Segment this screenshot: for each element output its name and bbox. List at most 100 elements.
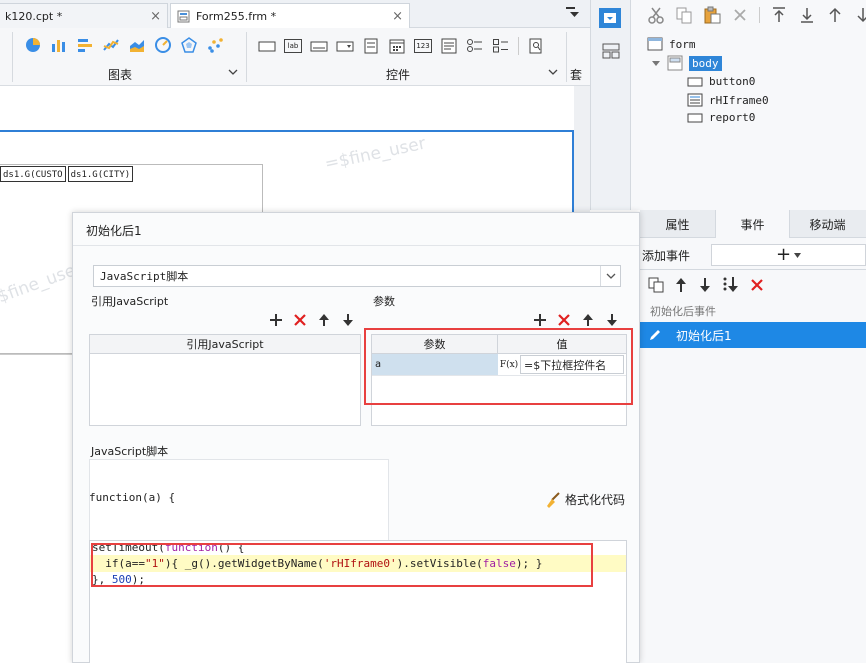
selection-border-top — [0, 130, 574, 132]
format-code-button[interactable]: 格式化代码 — [545, 491, 625, 508]
tree-node-button0[interactable]: button0 — [687, 75, 755, 88]
number-input-icon[interactable]: 123 — [414, 39, 432, 53]
date-widget-icon[interactable] — [388, 38, 406, 54]
delete-icon[interactable] — [731, 6, 749, 24]
highlight-box — [364, 328, 633, 405]
pie-chart-icon[interactable] — [24, 36, 42, 54]
event-toolbar — [648, 276, 764, 294]
tab-k120[interactable]: k120.cpt * × — [0, 3, 168, 28]
ref-js-header: 引用JavaScript — [90, 335, 360, 354]
divider — [0, 354, 72, 355]
search-widget-icon[interactable] — [527, 38, 545, 54]
form-file-icon — [177, 10, 190, 23]
button-node-icon — [687, 76, 703, 88]
move-to-bottom-icon[interactable] — [722, 276, 740, 294]
number-widget-icon[interactable] — [362, 38, 380, 54]
tree-node-label: rHIframe0 — [709, 93, 769, 107]
side-tool-strip — [590, 0, 630, 210]
tree-node-form[interactable]: form — [647, 37, 696, 51]
tree-node-rhiframe0[interactable]: rHIframe0 — [687, 93, 769, 107]
copy-icon[interactable] — [675, 6, 693, 24]
gauge-icon[interactable] — [154, 36, 172, 54]
tree-node-label: form — [669, 37, 696, 51]
close-icon[interactable]: × — [150, 9, 161, 24]
tab-form255[interactable]: Form255.frm * × — [170, 3, 410, 28]
params-toolbar — [533, 313, 619, 327]
plus-icon: + — [775, 244, 792, 265]
move-down-icon[interactable] — [341, 313, 355, 327]
move-bottom-icon[interactable] — [798, 6, 816, 24]
cut-icon[interactable] — [647, 6, 665, 24]
radio-group-icon[interactable] — [466, 38, 484, 54]
divider — [246, 32, 247, 82]
highlight-box — [91, 543, 593, 587]
event-category: 初始化后事件 — [650, 305, 716, 318]
line-chart-icon[interactable] — [102, 36, 120, 54]
tree-node-body[interactable]: body — [651, 55, 722, 71]
chevron-down-icon[interactable] — [600, 266, 620, 286]
text-widget-icon[interactable] — [310, 39, 328, 53]
checkbox-group-icon[interactable] — [492, 38, 510, 54]
layout-icon[interactable] — [602, 42, 620, 60]
add-icon[interactable] — [533, 313, 547, 327]
tab-menu-icon[interactable] — [566, 7, 580, 19]
tab-properties[interactable]: 属性 — [640, 210, 715, 238]
chevron-down-icon — [794, 252, 802, 258]
horizontal-bar-icon[interactable] — [76, 36, 94, 54]
delete-icon[interactable] — [557, 313, 571, 327]
ref-js-section-title: 引用JavaScript — [91, 295, 169, 308]
move-up-icon[interactable] — [317, 313, 331, 327]
tab-mobile[interactable]: 移动端 — [790, 210, 865, 238]
move-down-icon[interactable] — [698, 277, 712, 293]
paste-icon[interactable] — [703, 6, 721, 24]
script-type-select[interactable]: JavaScript脚本 — [93, 265, 621, 287]
scatter-icon[interactable] — [206, 36, 224, 54]
ref-js-toolbar — [269, 313, 355, 327]
report-cell[interactable]: ds1.G(CITY) — [67, 166, 134, 182]
move-up-icon[interactable] — [581, 313, 595, 327]
radar-icon[interactable] — [180, 36, 198, 54]
add-event-dropdown[interactable]: + — [711, 244, 866, 266]
iframe-node-icon — [687, 93, 703, 107]
area-chart-icon[interactable] — [128, 36, 146, 54]
move-up-icon[interactable] — [674, 277, 688, 293]
dialog-title: 初始化后1 — [86, 224, 142, 238]
close-icon[interactable]: × — [392, 9, 403, 24]
collapse-arrow-icon[interactable] — [651, 58, 661, 68]
bar-chart-icon[interactable] — [50, 36, 68, 54]
delete-icon[interactable] — [293, 313, 307, 327]
tree-node-label: report0 — [709, 111, 756, 124]
widget-group-label: 控件 — [386, 68, 411, 82]
format-code-label: 格式化代码 — [565, 493, 626, 507]
move-down-icon[interactable] — [854, 6, 866, 24]
ref-js-table[interactable]: 引用JavaScript — [89, 334, 361, 426]
event-item-selected[interactable]: 初始化后1 — [640, 322, 866, 348]
broom-icon — [545, 491, 561, 508]
edit-pencil-icon — [648, 328, 662, 342]
widget-tree-panel: form body button0 rHIframe0 report0 — [630, 0, 866, 210]
copy-icon[interactable] — [648, 277, 664, 293]
move-up-icon[interactable] — [826, 6, 844, 24]
tab-label: Form255.frm * — [196, 9, 277, 23]
divider — [640, 269, 866, 270]
move-top-icon[interactable] — [770, 6, 788, 24]
tree-node-report0[interactable]: report0 — [687, 111, 755, 124]
combo-widget-icon[interactable] — [336, 39, 354, 53]
report-cells: ds1.G(CUSTO ds1.G(CITY) — [0, 165, 134, 183]
add-icon[interactable] — [269, 313, 283, 327]
select-value: JavaScript脚本 — [100, 270, 189, 283]
textarea-widget-icon[interactable] — [440, 38, 458, 54]
delete-icon[interactable] — [750, 278, 764, 292]
event-item-label: 初始化后1 — [676, 328, 732, 343]
chevron-down-icon[interactable] — [228, 68, 238, 76]
tree-toolbar — [647, 6, 866, 24]
tab-events[interactable]: 事件 — [715, 210, 790, 238]
chevron-down-icon[interactable] — [548, 68, 558, 76]
events-panel: 添加事件 + 初始化后事件 初始化后1 — [640, 238, 866, 663]
button-widget-icon[interactable] — [258, 39, 276, 53]
tab-label: k120.cpt * — [5, 9, 63, 23]
report-cell[interactable]: ds1.G(CUSTO — [0, 166, 66, 182]
widget-tree-toggle[interactable] — [599, 8, 621, 28]
label-widget-icon[interactable]: lab — [284, 39, 302, 53]
move-down-icon[interactable] — [605, 313, 619, 327]
